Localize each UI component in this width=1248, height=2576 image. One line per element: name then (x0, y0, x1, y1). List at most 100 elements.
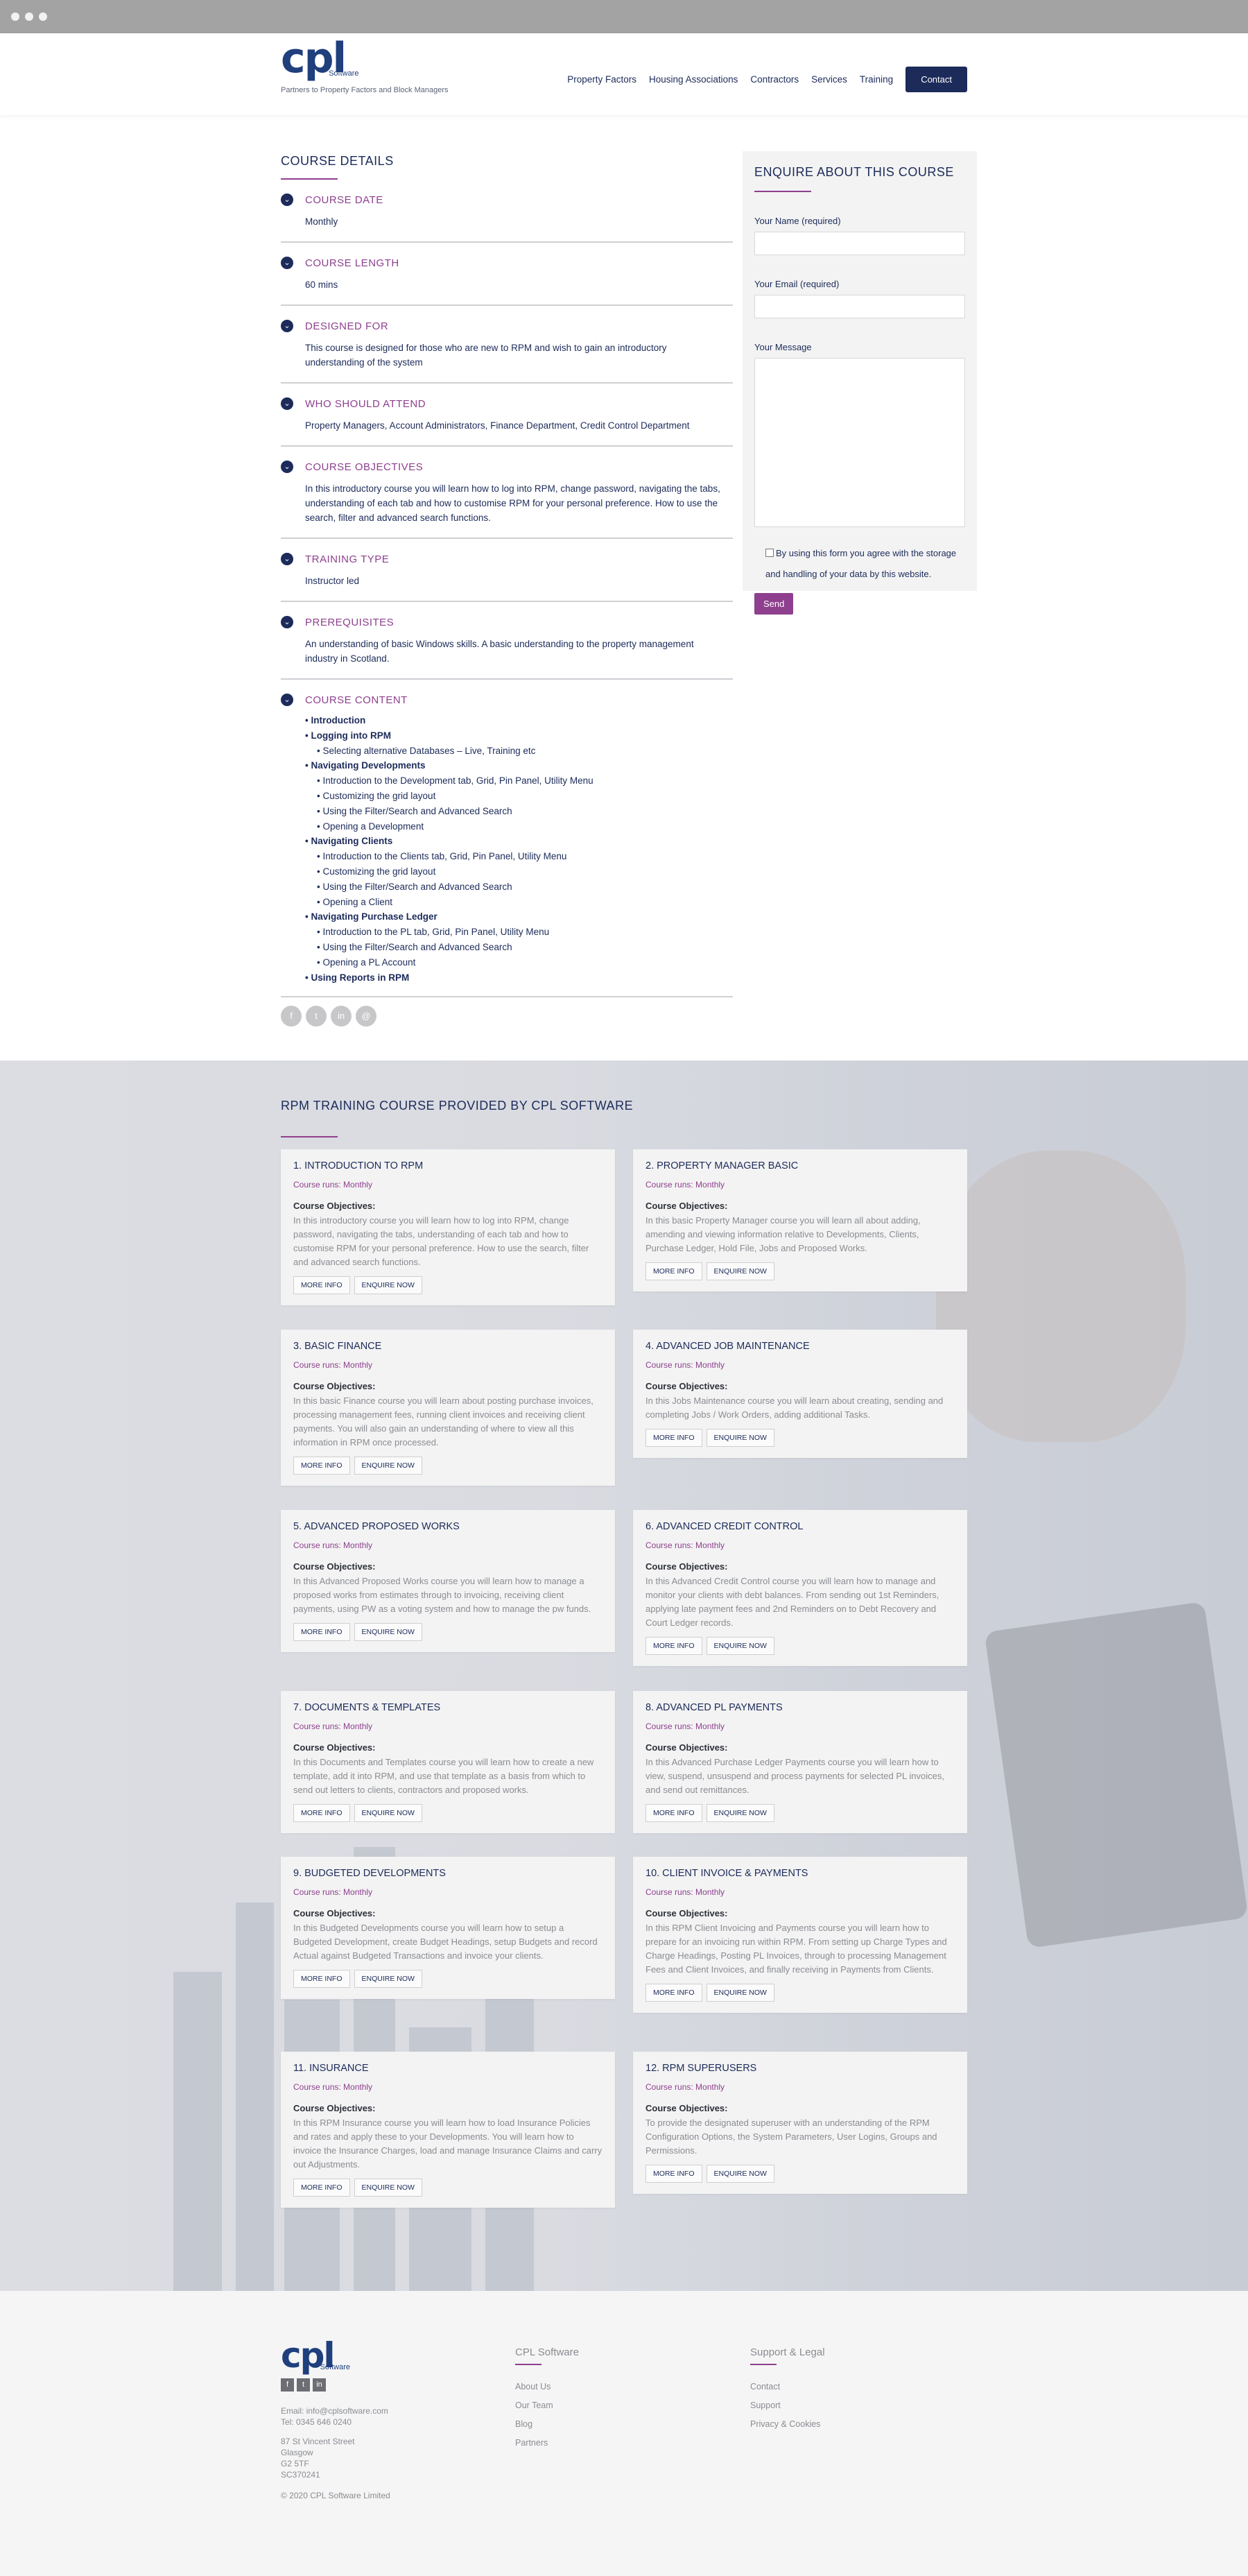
window-minimize-dot[interactable] (25, 12, 33, 21)
linkedin-share-icon[interactable]: in (331, 1006, 352, 1027)
consent-row: By using this form you agree with the st… (754, 543, 965, 585)
course-runs: Course runs: Monthly (645, 1540, 725, 1550)
more-info-button[interactable]: MORE INFO (293, 1623, 350, 1641)
accordion-training-type[interactable]: ⌄ TRAINING TYPE Instructor led (281, 539, 733, 602)
more-info-button[interactable]: MORE INFO (293, 1970, 350, 1988)
accordion-title: DESIGNED FOR (305, 320, 389, 332)
enquire-now-button[interactable]: ENQUIRE NOW (706, 2165, 774, 2183)
nav-contractors[interactable]: Contractors (750, 74, 799, 85)
more-info-button[interactable]: MORE INFO (645, 1804, 702, 1822)
more-info-button[interactable]: MORE INFO (293, 1804, 350, 1822)
enquire-now-button[interactable]: ENQUIRE NOW (706, 1804, 774, 1822)
enquire-now-button[interactable]: ENQUIRE NOW (354, 1457, 422, 1475)
footer-link-blog[interactable]: Blog (515, 2415, 579, 2434)
enquire-now-button[interactable]: ENQUIRE NOW (706, 1984, 774, 2002)
accordion-who-should-attend[interactable]: ⌄ WHO SHOULD ATTEND Property Managers, Ac… (281, 384, 733, 447)
objectives-label: Course Objectives: (645, 1908, 728, 1918)
chevron-down-icon: ⌄ (281, 461, 293, 473)
message-label: Your Message (754, 342, 812, 352)
nav-contact-button[interactable]: Contact (905, 67, 967, 92)
footer-link-our-team[interactable]: Our Team (515, 2396, 579, 2415)
site-footer: cpl Software f t in Email: info@cplsoftw… (0, 2291, 1248, 2576)
course-card: 10. CLIENT INVOICE & PAYMENTS Course runs… (633, 1857, 967, 2013)
enquire-now-button[interactable]: ENQUIRE NOW (354, 1804, 422, 1822)
nav-property-factors[interactable]: Property Factors (567, 74, 636, 85)
course-card-title[interactable]: 12. RPM SUPERUSERS (645, 2063, 955, 2074)
accordion-course-date[interactable]: ⌄ COURSE DATE Monthly (281, 180, 733, 243)
objectives-label: Course Objectives: (293, 1742, 376, 1753)
course-card-title[interactable]: 5. ADVANCED PROPOSED WORKS (293, 1521, 603, 1532)
accordion-prerequisites[interactable]: ⌄ PREREQUISITES An understanding of basic… (281, 602, 733, 680)
course-card: 12. RPM SUPERUSERS Course runs: Monthly Co… (633, 2052, 967, 2194)
more-info-button[interactable]: MORE INFO (293, 1457, 350, 1475)
course-card-title[interactable]: 4. ADVANCED JOB MAINTENANCE (645, 1341, 955, 1352)
course-card: 5. ADVANCED PROPOSED WORKS Course runs: M… (281, 1510, 615, 1652)
footer-link-contact[interactable]: Contact (750, 2378, 825, 2396)
more-info-button[interactable]: MORE INFO (293, 2179, 350, 2197)
course-card-title[interactable]: 7. DOCUMENTS & TEMPLATES (293, 1702, 603, 1713)
objectives-text: In this RPM Client Invoicing and Payment… (645, 1923, 947, 1975)
send-button[interactable]: Send (754, 593, 794, 615)
enquire-now-button[interactable]: ENQUIRE NOW (354, 1623, 422, 1641)
nav-services[interactable]: Services (811, 74, 847, 85)
email-share-icon[interactable]: @ (356, 1006, 376, 1027)
course-content-item: Using Reports in RPM (305, 970, 733, 986)
footer-phone[interactable]: Tel: 0345 646 0240 (281, 2416, 489, 2428)
more-info-button[interactable]: MORE INFO (645, 1637, 702, 1655)
footer-email[interactable]: Email: info@cplsoftware.com (281, 2405, 489, 2416)
course-card: 1. INTRODUCTION TO RPM Course runs: Month… (281, 1149, 615, 1305)
course-card-title[interactable]: 3. BASIC FINANCE (293, 1341, 603, 1352)
course-card-title[interactable]: 10. CLIENT INVOICE & PAYMENTS (645, 1868, 955, 1879)
enquire-now-button[interactable]: ENQUIRE NOW (354, 2179, 422, 2197)
objectives-label: Course Objectives: (293, 1908, 376, 1918)
more-info-button[interactable]: MORE INFO (645, 1429, 702, 1447)
objectives-label: Course Objectives: (645, 1561, 728, 1572)
consent-checkbox[interactable] (765, 549, 774, 557)
course-card: 11. INSURANCE Course runs: Monthly Course … (281, 2052, 615, 2208)
more-info-button[interactable]: MORE INFO (645, 1984, 702, 2002)
footer-link-about-us[interactable]: About Us (515, 2378, 579, 2396)
enquire-now-button[interactable]: ENQUIRE NOW (354, 1276, 422, 1294)
email-field[interactable] (754, 295, 965, 318)
course-card-title[interactable]: 2. PROPERTY MANAGER BASIC (645, 1160, 955, 1171)
accordion-body: In this introductory course you will lea… (305, 483, 720, 523)
course-card-title[interactable]: 8. ADVANCED PL PAYMENTS (645, 1702, 955, 1713)
facebook-share-icon[interactable]: f (281, 1006, 302, 1027)
accordion-designed-for[interactable]: ⌄ DESIGNED FOR This course is designed fo… (281, 306, 733, 384)
twitter-share-icon[interactable]: t (306, 1006, 327, 1027)
course-runs: Course runs: Monthly (645, 1721, 725, 1731)
course-card-title[interactable]: 11. INSURANCE (293, 2063, 603, 2074)
enquire-now-button[interactable]: ENQUIRE NOW (354, 1970, 422, 1988)
course-card-title[interactable]: 6. ADVANCED CREDIT CONTROL (645, 1521, 955, 1532)
more-info-button[interactable]: MORE INFO (293, 1276, 350, 1294)
nav-housing-associations[interactable]: Housing Associations (649, 74, 738, 85)
accordion-course-objectives[interactable]: ⌄ COURSE OBJECTIVES In this introductory … (281, 447, 733, 539)
course-card-title[interactable]: 9. BUDGETED DEVELOPMENTS (293, 1868, 603, 1879)
more-info-button[interactable]: MORE INFO (645, 2165, 702, 2183)
footer-link-support[interactable]: Support (750, 2396, 825, 2415)
chevron-down-icon: ⌄ (281, 397, 293, 410)
course-content-item: Navigating Developments (305, 758, 733, 773)
accordion-course-content[interactable]: ⌄ COURSE CONTENT IntroductionLogging into… (281, 680, 733, 998)
linkedin-icon[interactable]: in (313, 2378, 326, 2392)
footer-link-partners[interactable]: Partners (515, 2434, 579, 2453)
accordion-course-length[interactable]: ⌄ COURSE LENGTH 60 mins (281, 243, 733, 306)
enquire-now-button[interactable]: ENQUIRE NOW (706, 1262, 774, 1280)
message-field[interactable] (754, 358, 965, 527)
nav-training[interactable]: Training (860, 74, 893, 85)
course-card-title[interactable]: 1. INTRODUCTION TO RPM (293, 1160, 603, 1171)
name-field[interactable] (754, 232, 965, 255)
footer-link-privacy[interactable]: Privacy & Cookies (750, 2415, 825, 2434)
window-close-dot[interactable] (11, 12, 19, 21)
enquire-now-button[interactable]: ENQUIRE NOW (706, 1429, 774, 1447)
window-maximize-dot[interactable] (39, 12, 47, 21)
more-info-button[interactable]: MORE INFO (645, 1262, 702, 1280)
footer-logo[interactable]: cpl Software (281, 2338, 489, 2373)
facebook-icon[interactable]: f (281, 2378, 294, 2392)
enquire-now-button[interactable]: ENQUIRE NOW (706, 1637, 774, 1655)
footer-col-title: Support & Legal (750, 2346, 825, 2358)
course-details: COURSE DETAILS ⌄ COURSE DATE Monthly ⌄ COU… (281, 154, 733, 1027)
title-accent-line (754, 191, 811, 192)
objectives-label: Course Objectives: (293, 1381, 376, 1391)
twitter-icon[interactable]: t (297, 2378, 310, 2392)
